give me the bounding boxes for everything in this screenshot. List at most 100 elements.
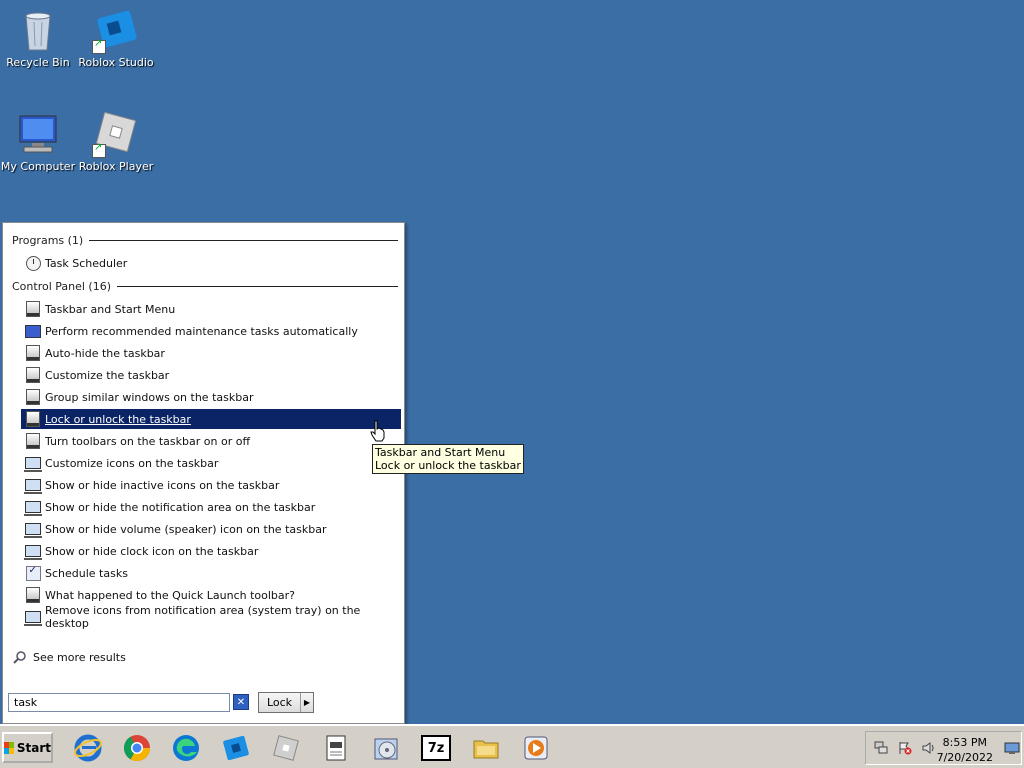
taskbar-icon: [25, 345, 41, 361]
notification-area: 8:53 PM 7/20/2022: [865, 731, 1022, 765]
taskbar-icon: [25, 389, 41, 405]
chrome-icon[interactable]: [121, 732, 153, 764]
desktop-icon-label: Recycle Bin: [6, 56, 70, 69]
divider: [89, 239, 398, 241]
result-schedule-tasks[interactable]: Schedule tasks: [21, 563, 401, 583]
result-group-similar-windows[interactable]: Group similar windows on the taskbar: [21, 387, 401, 407]
see-more-label: See more results: [33, 650, 126, 664]
taskbar-icon: [25, 301, 41, 317]
result-label: Task Scheduler: [45, 256, 128, 270]
result-label: Group similar windows on the taskbar: [45, 390, 254, 404]
result-label: Customize icons on the taskbar: [45, 456, 219, 470]
start-menu-search-panel: Programs (1) Task Scheduler Control Pane…: [2, 222, 405, 724]
result-customize-icons[interactable]: Customize icons on the taskbar: [21, 453, 401, 473]
clock-date: 7/20/2022: [936, 751, 993, 764]
taskbar-icon: [25, 433, 41, 449]
result-label: Auto-hide the taskbar: [45, 346, 165, 360]
taskbar-icon: [25, 587, 41, 603]
monitor-icon: [24, 543, 42, 560]
start-label: Start: [16, 740, 51, 755]
computer-icon: [14, 110, 62, 158]
taskbar-icon: [25, 411, 41, 427]
result-task-scheduler[interactable]: Task Scheduler: [21, 253, 401, 273]
result-notification-area[interactable]: Show or hide the notification area on th…: [21, 497, 401, 517]
tooltip-line-2: Lock or unlock the taskbar: [375, 459, 521, 472]
clear-search-button[interactable]: ✕: [233, 694, 249, 710]
monitor-icon: [24, 477, 42, 494]
result-label: Taskbar and Start Menu: [45, 302, 176, 316]
schedule-icon: [25, 565, 41, 581]
result-label: Schedule tasks: [45, 566, 128, 580]
roblox-studio-icon[interactable]: [220, 732, 252, 764]
shortcut-arrow-icon: [92, 142, 106, 158]
clock[interactable]: 8:53 PM 7/20/2022: [937, 735, 993, 765]
desktop-icon-label: Roblox Studio: [78, 56, 154, 69]
monitor-icon: [24, 455, 42, 472]
internet-explorer-icon[interactable]: [72, 732, 104, 764]
taskbar-icon: [25, 367, 41, 383]
monitor-icon: [24, 609, 42, 626]
result-label: Show or hide inactive icons on the taskb…: [45, 478, 280, 492]
clock-time: 8:53 PM: [942, 736, 987, 749]
roblox-player-icon: [92, 110, 140, 158]
action-center-flag-icon[interactable]: [898, 741, 912, 755]
result-clock-icon[interactable]: Show or hide clock icon on the taskbar: [21, 541, 401, 561]
desktop-icon-label: My Computer: [0, 160, 76, 173]
result-quick-launch[interactable]: What happened to the Quick Launch toolba…: [21, 585, 401, 605]
desktop-icon-roblox-player[interactable]: Roblox Player: [78, 110, 154, 173]
roblox-studio-icon: [92, 6, 140, 54]
result-volume-icon[interactable]: Show or hide volume (speaker) icon on th…: [21, 519, 401, 539]
monitor-icon: [24, 521, 42, 538]
result-remove-tray-icons[interactable]: Remove icons from notification area (sys…: [21, 604, 401, 630]
control-panel-group-header: Control Panel (16): [12, 279, 398, 293]
result-customize-taskbar[interactable]: Customize the taskbar: [21, 365, 401, 385]
see-more-results-link[interactable]: See more results: [13, 650, 126, 664]
result-lock-unlock-taskbar[interactable]: Lock or unlock the taskbar: [21, 409, 401, 429]
result-maintenance-tasks[interactable]: Perform recommended maintenance tasks au…: [21, 321, 401, 341]
result-label: Customize the taskbar: [45, 368, 170, 382]
notepad-icon[interactable]: [320, 732, 352, 764]
start-button[interactable]: Start: [2, 732, 53, 763]
result-inactive-icons[interactable]: Show or hide inactive icons on the taskb…: [21, 475, 401, 495]
show-desktop-icon[interactable]: [1004, 741, 1020, 755]
result-taskbar-and-start-menu[interactable]: Taskbar and Start Menu: [21, 299, 401, 319]
network-icon[interactable]: [874, 741, 888, 755]
edge-icon[interactable]: [170, 732, 202, 764]
media-player-icon[interactable]: [520, 732, 552, 764]
clock-icon: [25, 255, 41, 271]
recycle-bin-icon: [14, 6, 62, 54]
monitor-icon: [24, 499, 42, 516]
magnifier-icon: [13, 650, 27, 664]
shortcut-arrow-icon: [92, 38, 106, 54]
result-label: Show or hide the notification area on th…: [45, 500, 316, 514]
result-label: Show or hide clock icon on the taskbar: [45, 544, 259, 558]
tooltip-line-1: Taskbar and Start Menu: [375, 446, 506, 459]
volume-icon[interactable]: [922, 741, 936, 755]
programs-group-header: Programs (1): [12, 233, 398, 247]
desktop-icon-roblox-studio[interactable]: Roblox Studio: [78, 6, 154, 69]
control-panel-header-label: Control Panel (16): [12, 279, 112, 293]
close-icon: ✕: [236, 697, 246, 708]
maintenance-icon: [25, 323, 41, 339]
desktop-icon-my-computer[interactable]: My Computer: [0, 110, 76, 173]
chevron-right-icon[interactable]: ▶: [301, 693, 313, 712]
divider: [117, 285, 398, 287]
7zip-icon[interactable]: 7z: [420, 732, 452, 764]
desktop-icon-recycle-bin[interactable]: Recycle Bin: [0, 6, 76, 69]
windows-logo-icon: [4, 741, 14, 754]
lock-button[interactable]: Lock ▶: [258, 692, 314, 713]
result-label: Lock or unlock the taskbar: [45, 412, 191, 426]
media-disc-icon[interactable]: [370, 732, 402, 764]
result-auto-hide-taskbar[interactable]: Auto-hide the taskbar: [21, 343, 401, 363]
programs-header-label: Programs (1): [12, 233, 84, 247]
desktop-icon-label: Roblox Player: [78, 160, 154, 173]
result-label: Turn toolbars on the taskbar on or off: [45, 434, 251, 448]
hand-cursor-icon: [370, 420, 386, 447]
start-search-input[interactable]: [8, 693, 230, 712]
lock-button-label: Lock: [259, 693, 301, 712]
roblox-player-icon[interactable]: [270, 732, 302, 764]
result-label: Perform recommended maintenance tasks au…: [45, 324, 358, 338]
tooltip: Taskbar and Start Menu Lock or unlock th…: [372, 444, 524, 474]
result-turn-toolbars[interactable]: Turn toolbars on the taskbar on or off: [21, 431, 401, 451]
folder-icon[interactable]: [470, 732, 502, 764]
